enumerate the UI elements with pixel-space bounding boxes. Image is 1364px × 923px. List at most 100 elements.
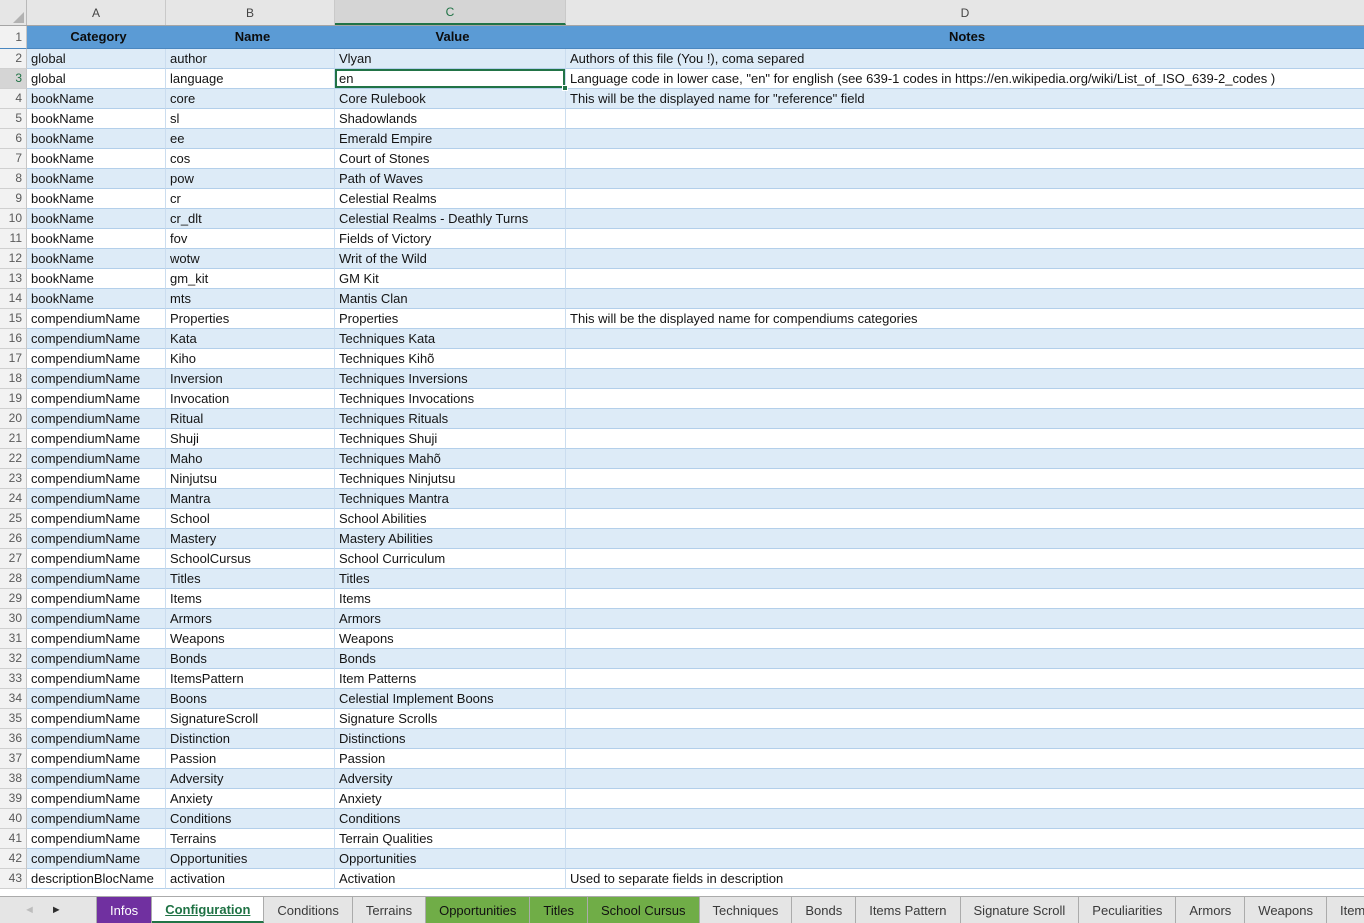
cell-name[interactable]: Armors [166,609,335,629]
cell-value[interactable]: Path of Waves [335,169,566,189]
cell-notes[interactable] [566,249,1364,269]
cell-value[interactable]: Mantis Clan [335,289,566,309]
cell-category[interactable]: bookName [27,109,166,129]
cell-category[interactable]: compendiumName [27,409,166,429]
cell-name[interactable]: Terrains [166,829,335,849]
cell-value[interactable]: Shadowlands [335,109,566,129]
cell-name[interactable]: Weapons [166,629,335,649]
cell-name[interactable]: sl [166,109,335,129]
sheet-tab-weapons[interactable]: Weapons [1245,897,1327,923]
cell-category[interactable]: compendiumName [27,669,166,689]
cell-name[interactable]: Kata [166,329,335,349]
cell-value[interactable]: Vlyan [335,49,566,69]
row-header[interactable]: 36 [0,729,27,749]
cell-notes[interactable] [566,169,1364,189]
cell-notes[interactable] [566,449,1364,469]
cell-category[interactable]: bookName [27,149,166,169]
cell-name[interactable]: pow [166,169,335,189]
cell-value[interactable]: Weapons [335,629,566,649]
cell-value[interactable]: Techniques Ninjutsu [335,469,566,489]
cell-notes[interactable]: Language code in lower case, "en" for en… [566,69,1364,89]
cell-value[interactable]: Titles [335,569,566,589]
row-header[interactable]: 23 [0,469,27,489]
row-header[interactable]: 42 [0,849,27,869]
sheet-tab-configuration[interactable]: Configuration [152,897,264,923]
cell-notes[interactable] [566,649,1364,669]
row-header[interactable]: 14 [0,289,27,309]
cell-notes[interactable] [566,429,1364,449]
cell-name[interactable]: SignatureScroll [166,709,335,729]
header-cell-category[interactable]: Category [27,26,166,49]
header-cell-name[interactable]: Name [166,26,335,49]
cell-category[interactable]: compendiumName [27,849,166,869]
cell-category[interactable]: compendiumName [27,489,166,509]
cell-name[interactable]: Mastery [166,529,335,549]
cell-value[interactable]: Passion [335,749,566,769]
cell-name[interactable]: author [166,49,335,69]
sheet-tab-items-pattern[interactable]: Items Pattern [856,897,960,923]
cell-notes[interactable]: This will be the displayed name for "ref… [566,89,1364,109]
cell-value[interactable]: Techniques Kata [335,329,566,349]
header-cell-notes[interactable]: Notes [566,26,1364,49]
cell-notes[interactable] [566,589,1364,609]
sheet-nav-left-icon[interactable]: ◄ [24,905,35,916]
row-header[interactable]: 11 [0,229,27,249]
row-header[interactable]: 2 [0,49,27,69]
row-header[interactable]: 31 [0,629,27,649]
cell-value[interactable]: Opportunities [335,849,566,869]
row-header[interactable]: 38 [0,769,27,789]
cell-name[interactable]: Boons [166,689,335,709]
cell-notes[interactable]: Used to separate fields in description [566,869,1364,889]
row-header[interactable]: 15 [0,309,27,329]
cell-notes[interactable] [566,329,1364,349]
cell-category[interactable]: bookName [27,249,166,269]
cell-name[interactable]: fov [166,229,335,249]
sheet-tab-opportunities[interactable]: Opportunities [426,897,530,923]
cell-value[interactable]: Celestial Implement Boons [335,689,566,709]
cell-name[interactable]: School [166,509,335,529]
cell-value[interactable]: Armors [335,609,566,629]
sheet-nav-right-icon[interactable]: ► [51,905,62,916]
cell-notes[interactable] [566,549,1364,569]
cell-name[interactable]: SchoolCursus [166,549,335,569]
cell-notes[interactable] [566,469,1364,489]
cell-category[interactable]: compendiumName [27,429,166,449]
cell-value[interactable]: Techniques Shuji [335,429,566,449]
row-header[interactable]: 24 [0,489,27,509]
row-header[interactable]: 4 [0,89,27,109]
cell-value[interactable]: Techniques Invocations [335,389,566,409]
cell-value[interactable]: Properties [335,309,566,329]
row-header[interactable]: 19 [0,389,27,409]
cell-notes[interactable] [566,489,1364,509]
cell-category[interactable]: compendiumName [27,709,166,729]
cell-name[interactable]: cr_dlt [166,209,335,229]
column-header-d[interactable]: D [566,0,1364,25]
cell-value[interactable]: Celestial Realms [335,189,566,209]
cell-notes[interactable] [566,269,1364,289]
cell-value[interactable]: Anxiety [335,789,566,809]
row-header[interactable]: 22 [0,449,27,469]
row-header[interactable]: 35 [0,709,27,729]
cell-name[interactable]: Kiho [166,349,335,369]
sheet-tab-terrains[interactable]: Terrains [353,897,426,923]
column-header-b[interactable]: B [166,0,335,25]
cell-value[interactable]: Adversity [335,769,566,789]
cell-category[interactable]: compendiumName [27,569,166,589]
cell-name[interactable]: Opportunities [166,849,335,869]
row-header[interactable]: 6 [0,129,27,149]
cell-notes[interactable] [566,609,1364,629]
cell-notes[interactable] [566,289,1364,309]
cell-category[interactable]: bookName [27,269,166,289]
cell-category[interactable]: compendiumName [27,449,166,469]
cell-category[interactable]: bookName [27,169,166,189]
cell-category[interactable]: compendiumName [27,589,166,609]
cell-category[interactable]: compendiumName [27,549,166,569]
cell-notes[interactable] [566,829,1364,849]
header-cell-value[interactable]: Value [335,26,566,49]
cell-notes[interactable] [566,129,1364,149]
row-header[interactable]: 16 [0,329,27,349]
cell-category[interactable]: global [27,69,166,89]
row-header[interactable]: 33 [0,669,27,689]
sheet-tab-techniques[interactable]: Techniques [700,897,793,923]
cell-notes[interactable] [566,709,1364,729]
